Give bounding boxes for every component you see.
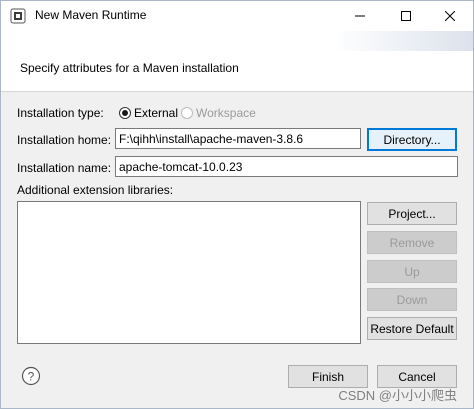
up-button: Up [367, 260, 457, 283]
svg-text:?: ? [28, 370, 35, 384]
project-button[interactable]: Project... [367, 202, 457, 225]
installation-home-input[interactable]: F:\qihh\install\apache-maven-3.8.6 [115, 128, 361, 149]
down-button: Down [367, 288, 457, 311]
minimize-icon[interactable] [337, 1, 383, 31]
external-radio-label[interactable]: External [134, 106, 178, 120]
workspace-radio-label: Workspace [196, 106, 256, 120]
restore-default-button[interactable]: Restore Default [367, 317, 457, 340]
banner-decoration [333, 31, 473, 51]
new-maven-runtime-dialog: New Maven Runtime Specify attributes for… [0, 0, 474, 409]
installation-type-label: Installation type: [17, 106, 104, 120]
window-title: New Maven Runtime [35, 8, 147, 22]
close-icon[interactable] [427, 1, 473, 31]
dialog-description: Specify attributes for a Maven installat… [20, 61, 239, 75]
help-icon[interactable]: ? [21, 366, 41, 386]
external-radio[interactable] [119, 107, 131, 119]
remove-button: Remove [367, 231, 457, 254]
workspace-radio [181, 107, 193, 119]
eclipse-app-icon [10, 8, 26, 24]
finish-button-label: Finish [311, 369, 344, 384]
cancel-button-label: Cancel [398, 369, 436, 384]
header-banner: Specify attributes for a Maven installat… [1, 31, 473, 92]
extension-libraries-list[interactable] [17, 201, 361, 344]
directory-button[interactable]: Directory... [367, 128, 457, 151]
installation-home-label: Installation home: [17, 133, 112, 147]
csdn-watermark: CSDN @小小小爬虫 [338, 388, 457, 403]
installation-name-input[interactable]: apache-tomcat-10.0.23 [115, 156, 458, 177]
maximize-icon[interactable] [383, 1, 429, 31]
extension-libraries-label: Additional extension libraries: [17, 183, 174, 197]
installation-name-label: Installation name: [17, 161, 112, 175]
title-bar: New Maven Runtime [1, 1, 473, 31]
